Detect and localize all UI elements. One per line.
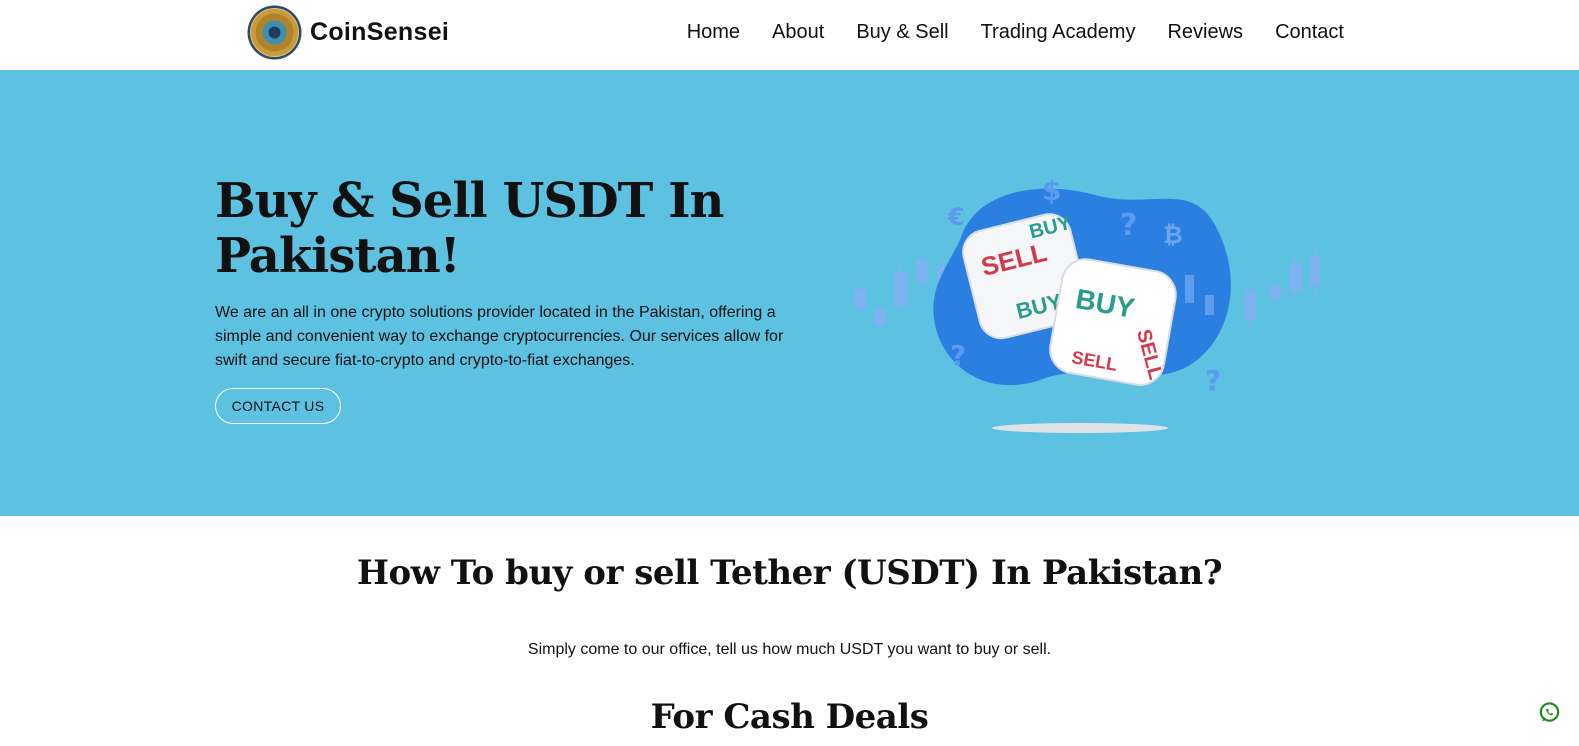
nav-buy-sell[interactable]: Buy & Sell [856,21,948,44]
euro-icon: € [947,203,965,231]
nav-home[interactable]: Home [687,21,740,44]
nav-about[interactable]: About [772,21,824,44]
how-to-title: How To buy or sell Tether (USDT) In Paki… [356,553,1223,593]
dollar-icon: $ [1042,174,1061,207]
whatsapp-icon[interactable] [1538,701,1561,724]
nav-trading-academy[interactable]: Trading Academy [981,21,1136,44]
contact-us-button[interactable]: CONTACT US [215,388,341,424]
nav-contact[interactable]: Contact [1275,21,1344,44]
main-nav: Home About Buy & Sell Trading Academy Re… [687,21,1344,44]
nav-reviews[interactable]: Reviews [1167,21,1243,44]
question-icon: ? [1120,208,1137,243]
cash-deals-title: For Cash Deals [650,697,929,737]
question-icon: ? [950,339,966,372]
site-header: CoinSensei Home About Buy & Sell Trading… [0,0,1579,70]
hero-description: We are an all in one crypto solutions pr… [215,304,784,369]
dice-illustration: $ € ? ₿ ? ? SELL BUY BUY BUY SELL SELL [854,174,1320,433]
hero-section: Buy & Sell USDT In Pakistan! We are an a… [0,70,1579,516]
coin-logo-icon[interactable] [247,5,302,60]
hero-title: Buy & Sell USDT In Pakistan! [215,173,724,284]
die-front: BUY SELL SELL [1049,258,1177,386]
question-icon: ? [1205,364,1221,397]
brand-name[interactable]: CoinSensei [310,18,449,47]
how-to-text: Simply come to our office, tell us how m… [527,641,1052,658]
bitcoin-icon: ₿ [1163,221,1183,249]
